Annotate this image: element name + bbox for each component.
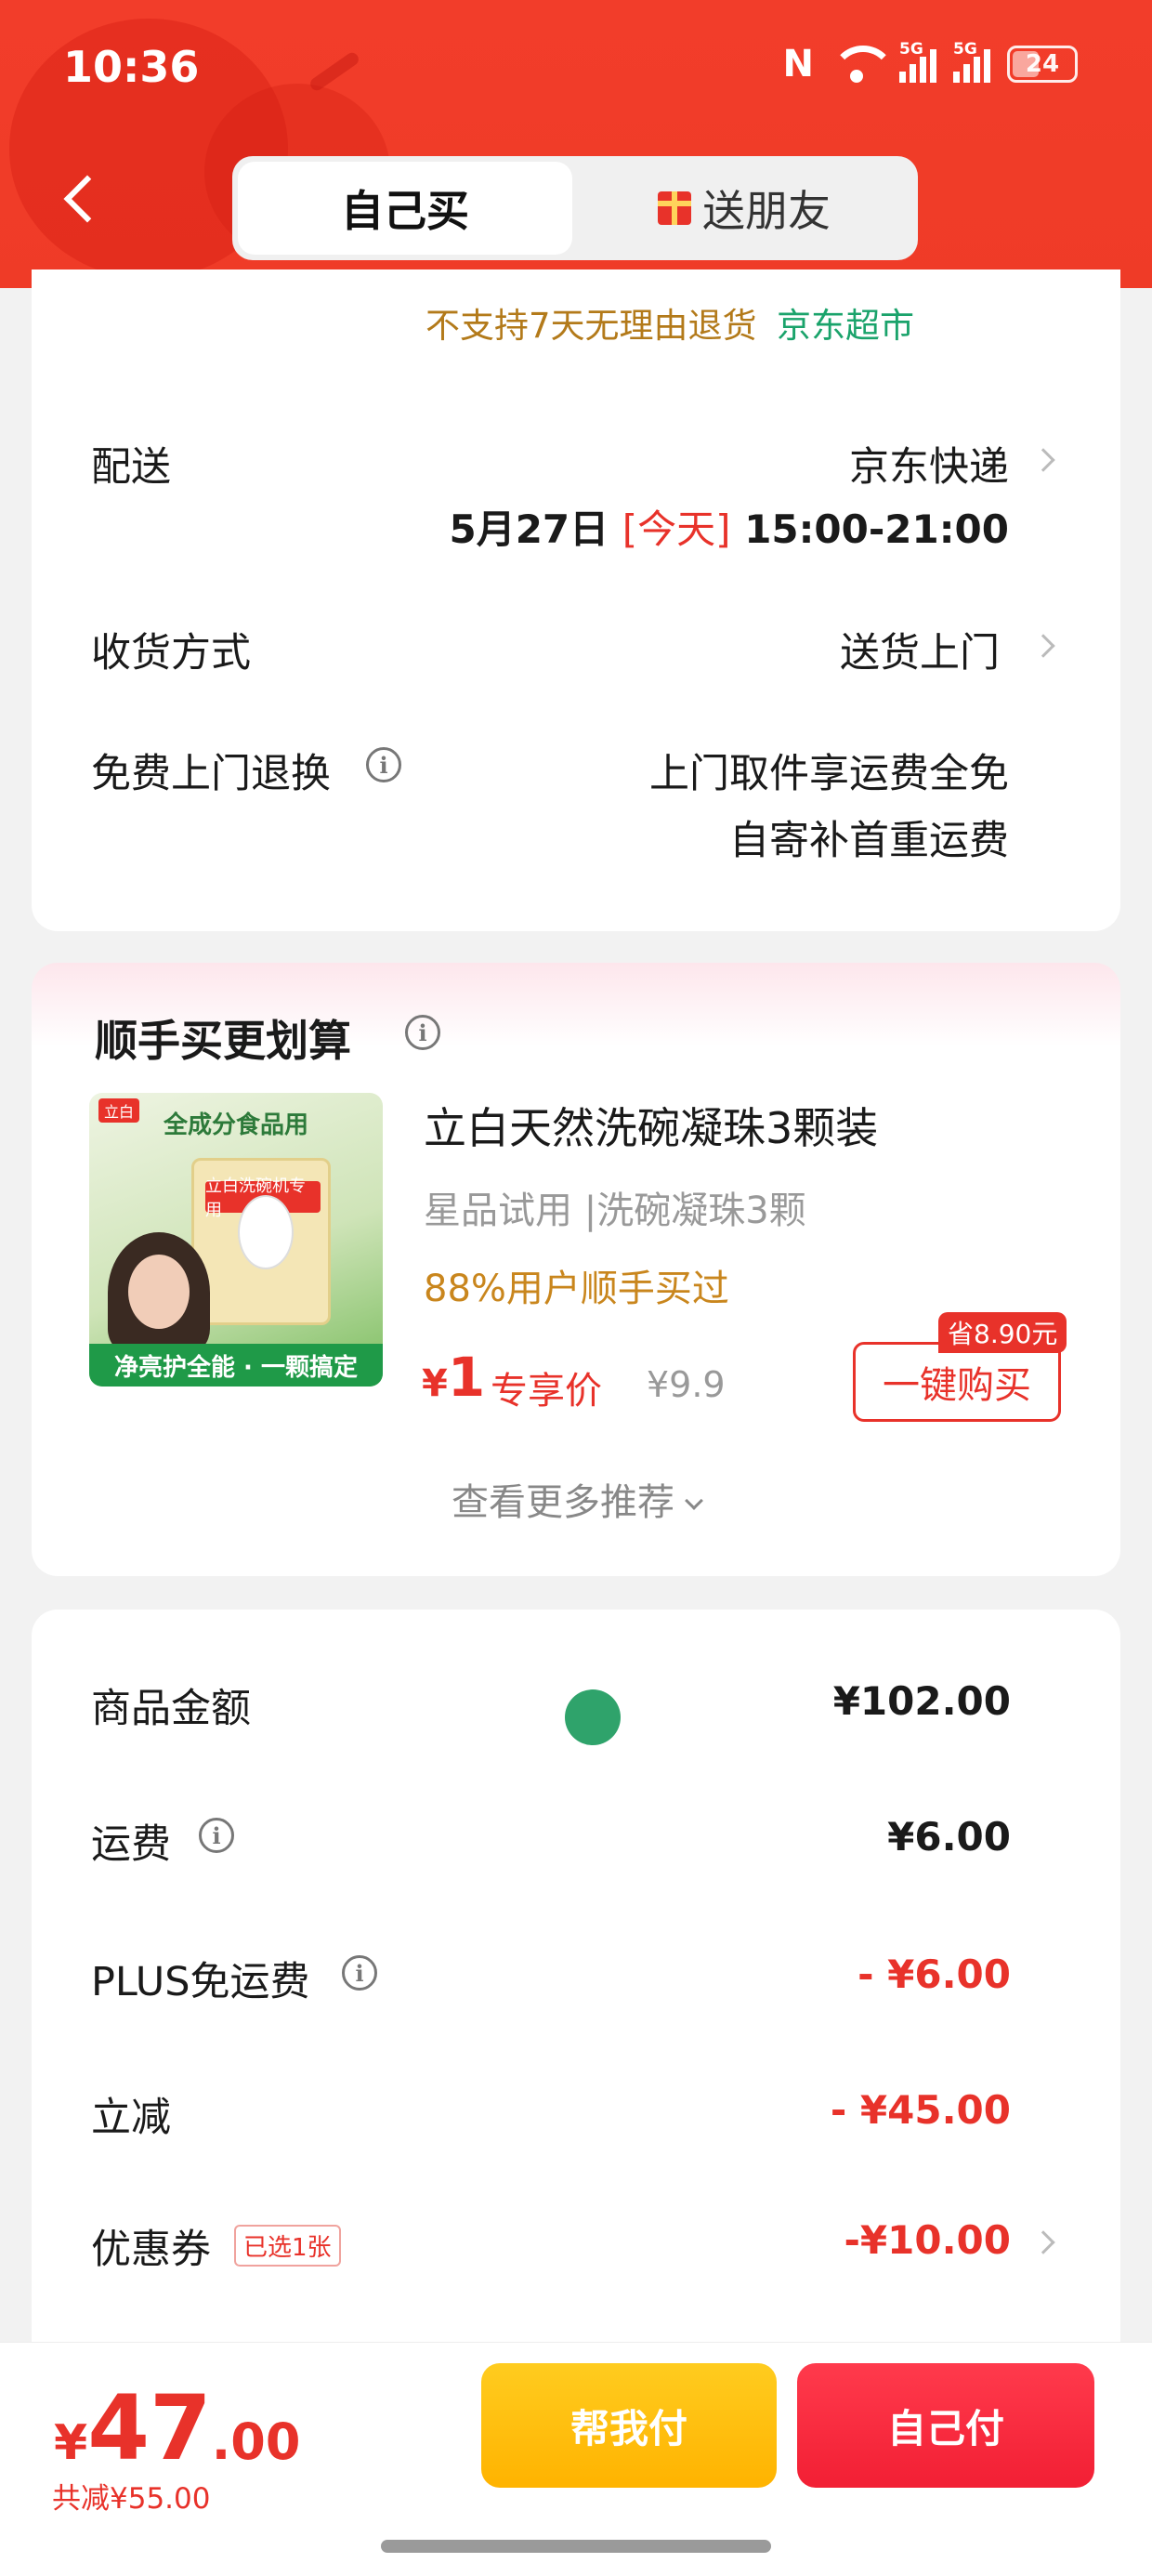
total-price: ¥47.00 [54,2376,301,2480]
pay-myself-button[interactable]: 自己付 [797,2363,1094,2488]
store-name: 京东超市 [777,306,914,346]
shipping-label: 运费 [91,1821,171,1868]
wifi-icon [831,46,896,83]
free-return-line1: 上门取件享运费全免 [649,751,1009,797]
tab-self-buy-label: 自己买 [341,186,469,236]
info-icon[interactable]: i [405,1015,440,1050]
tab-gift-friend[interactable]: 送朋友 [576,162,912,255]
one-click-buy-button[interactable]: 一键购买 [853,1342,1061,1422]
product-image[interactable]: 立白 全成分食品用 立白洗碗机专用 净亮护全能 · 一颗搞定 [89,1093,383,1387]
nfc-icon: N [782,43,814,85]
plus-free-shipping-value: - ¥6.00 [857,1952,1011,1997]
chevron-right-icon[interactable] [1031,448,1055,472]
instant-discount-label: 立减 [91,2095,171,2141]
receive-method-value[interactable]: 送货上门 [840,621,1000,678]
instant-discount-value: - ¥45.00 [830,2087,1011,2133]
shipping-value: ¥6.00 [887,1814,1011,1860]
header: 10:36 N 5G 5G 24 自己买 送朋友 [0,0,1152,288]
save-badge: 省8.90元 [938,1312,1067,1353]
original-price: ¥9.9 [647,1364,726,1405]
subtotal-label: 商品金额 [91,1686,251,1732]
info-icon[interactable]: i [342,1955,377,1991]
chevron-down-icon [685,1492,703,1510]
product-price: ¥1 [422,1346,486,1409]
coupon-selected-badge: 已选1张 [234,2225,341,2267]
delivery-card: 不支持7天无理由退货 京东超市 配送 京东快递 5月27日 [今天] 15:00… [32,269,1120,931]
delivery-method[interactable]: 京东快递 [849,435,1009,493]
coupon-value[interactable]: -¥10.00 [844,2217,1011,2263]
signal-icon: 5G [899,40,936,83]
upsell-title: 顺手买更划算 [95,1016,351,1066]
battery-icon: 24 [1007,46,1078,83]
more-recommendations[interactable]: 查看更多推荐 [32,1472,1120,1526]
delivery-time: 5月27日 [今天] 15:00-21:00 [449,506,1009,552]
help-me-pay-button[interactable]: 帮我付 [481,2363,777,2488]
status-icons: N 5G 5G 24 [782,40,1078,85]
green-circle-icon [565,1689,621,1745]
checkout-bar: ¥47.00 共减¥55.00 帮我付 自己付 [0,2342,1152,2576]
subtotal-value: ¥102.00 [832,1678,1011,1724]
chevron-right-icon[interactable] [1031,2230,1055,2254]
chevron-right-icon[interactable] [1031,634,1055,658]
status-bar: 10:36 N 5G 5G 24 [0,0,1152,139]
info-icon[interactable]: i [199,1818,234,1853]
tab-gift-friend-label: 送朋友 [702,186,831,236]
total-saved: 共减¥55.00 [52,2482,211,2516]
status-time: 10:36 [63,42,200,92]
return-policy-note: 不支持7天无理由退货 [425,306,757,346]
tab-self-buy[interactable]: 自己买 [238,162,572,255]
receive-method-label: 收货方式 [91,630,251,677]
product-spec: 星品试用 |洗碗凝珠3颗 [424,1189,806,1232]
delivery-label: 配送 [91,444,171,491]
product-name[interactable]: 立白天然洗碗凝珠3颗装 [424,1095,878,1156]
coupon-label: 优惠券 [91,2227,211,2273]
signal-icon: 5G [953,40,990,83]
info-icon[interactable]: i [366,747,401,782]
upsell-card: 顺手买更划算 i 立白 全成分食品用 立白洗碗机专用 净亮护全能 · 一颗搞定 … [32,963,1120,1576]
free-return-line2: 自寄补首重运费 [729,818,1009,864]
purchase-mode-switch: 自己买 送朋友 [232,156,918,260]
exclusive-price-tag: 专享价 [491,1370,602,1413]
home-indicator[interactable] [381,2540,771,2553]
product-popularity: 88%用户顺手买过 [424,1268,729,1310]
plus-free-shipping-label: PLUS免运费 [91,1959,310,2005]
free-return-label: 免费上门退换 [91,751,331,797]
gift-icon [658,191,691,225]
